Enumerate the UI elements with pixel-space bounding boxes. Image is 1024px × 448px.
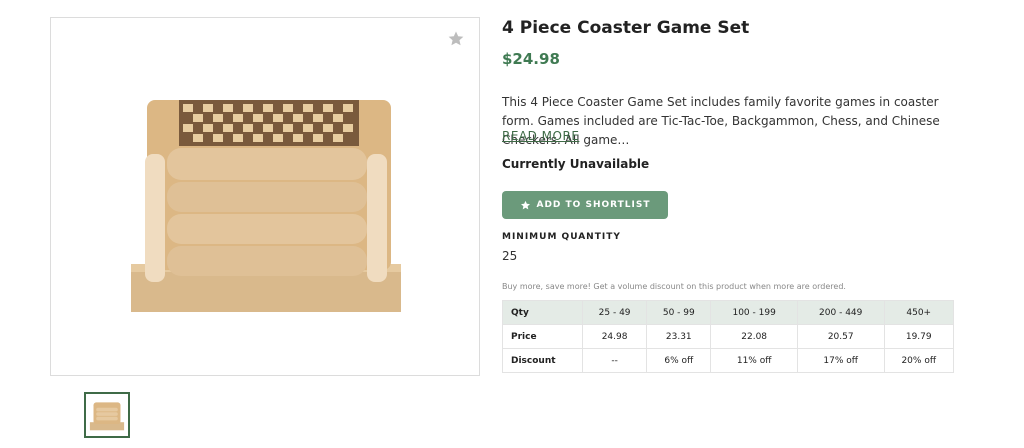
table-header-cell: 200 - 449 bbox=[796, 300, 885, 325]
read-more-link[interactable]: READ MORE bbox=[502, 129, 579, 143]
volume-pricing-table: Qty 25 - 49 50 - 99 100 - 199 200 - 449 … bbox=[502, 300, 954, 373]
table-row: Price 24.98 23.31 22.08 20.57 19.79 bbox=[502, 324, 954, 349]
add-to-shortlist-button[interactable]: ADD TO SHORTLIST bbox=[502, 191, 668, 219]
favorite-star-icon[interactable] bbox=[447, 30, 465, 48]
table-cell: 20.57 bbox=[796, 324, 885, 349]
star-icon bbox=[520, 200, 530, 209]
table-cell: 22.08 bbox=[710, 324, 798, 349]
table-cell: 23.31 bbox=[646, 324, 712, 349]
volume-discount-note: Buy more, save more! Get a volume discou… bbox=[502, 282, 846, 291]
table-header-row: Qty 25 - 49 50 - 99 100 - 199 200 - 449 … bbox=[502, 300, 954, 325]
table-header-cell: 25 - 49 bbox=[581, 300, 648, 325]
table-header-cell: Qty bbox=[502, 300, 583, 325]
product-price: $24.98 bbox=[502, 50, 560, 68]
minimum-quantity-value: 25 bbox=[502, 249, 518, 263]
table-cell: Price bbox=[502, 324, 583, 349]
thumbnail-image[interactable] bbox=[84, 392, 130, 438]
product-title: 4 Piece Coaster Game Set bbox=[502, 18, 750, 38]
product-image-frame bbox=[50, 17, 480, 376]
table-cell: 19.79 bbox=[883, 324, 954, 349]
table-cell: 6% off bbox=[646, 348, 712, 373]
table-cell: -- bbox=[581, 348, 648, 373]
table-cell: 11% off bbox=[710, 348, 798, 373]
table-header-cell: 50 - 99 bbox=[646, 300, 712, 325]
table-cell: 20% off bbox=[883, 348, 954, 373]
product-image bbox=[131, 100, 401, 312]
table-cell: Discount bbox=[502, 348, 583, 373]
table-cell: 24.98 bbox=[581, 324, 648, 349]
table-row: Discount -- 6% off 11% off 17% off 20% o… bbox=[502, 348, 954, 373]
table-header-cell: 450+ bbox=[883, 300, 954, 325]
availability-status: Currently Unavailable bbox=[502, 157, 650, 171]
minimum-quantity-label: MINIMUM QUANTITY bbox=[502, 232, 621, 242]
table-header-cell: 100 - 199 bbox=[710, 300, 798, 325]
add-to-shortlist-label: ADD TO SHORTLIST bbox=[536, 200, 651, 210]
table-cell: 17% off bbox=[796, 348, 885, 373]
